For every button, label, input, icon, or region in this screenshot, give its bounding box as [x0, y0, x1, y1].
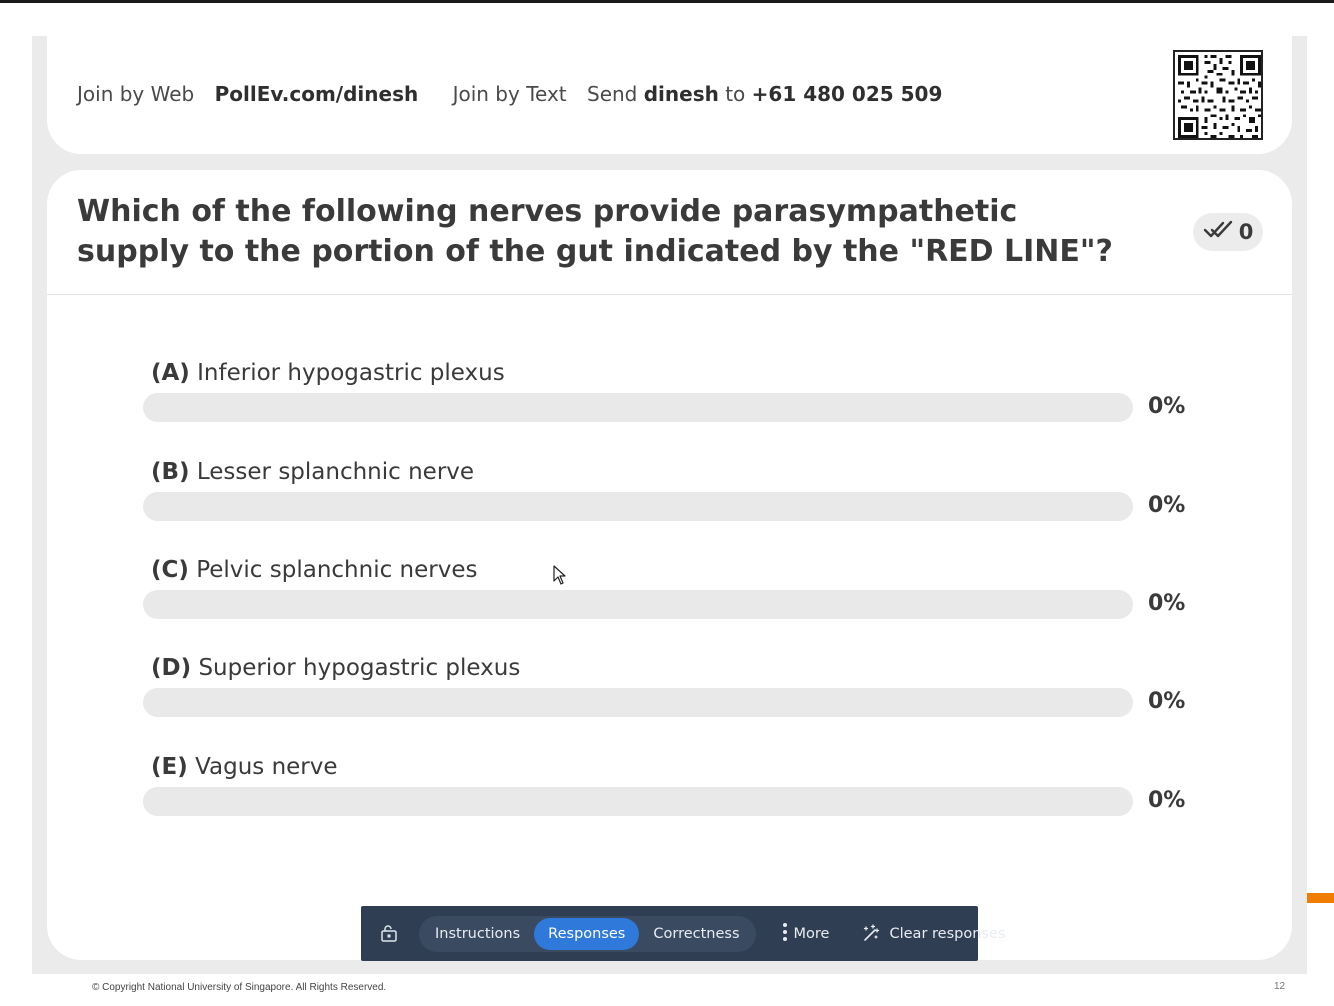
option-text: Lesser splanchnic nerve: [196, 459, 475, 485]
join-web-url[interactable]: PollEv.com/dinesh: [215, 82, 419, 106]
send-word: Send: [587, 82, 638, 106]
option-label: (D) Superior hypogastric plexus: [151, 655, 520, 681]
option-result-bar: [143, 393, 1133, 422]
join-web-prefix: Join by Web: [77, 82, 195, 106]
presenter-toolbar: Instructions Responses Correctness More …: [361, 906, 1005, 961]
mouse-cursor-icon: [553, 565, 567, 585]
divider: [47, 294, 1292, 295]
option-label: (C) Pelvic splanchnic nerves: [151, 557, 478, 583]
poll-option: (E) Vagus nerve 0%: [143, 754, 1243, 824]
top-border: [0, 0, 1334, 3]
question-title: Which of the following nerves provide pa…: [77, 194, 1113, 269]
option-percent: 0%: [1148, 591, 1186, 616]
option-result-bar: [143, 787, 1133, 816]
poll-card: Which of the following nerves provide pa…: [47, 170, 1292, 960]
option-label: (E) Vagus nerve: [151, 754, 338, 780]
option-label: (B) Lesser splanchnic nerve: [151, 459, 474, 485]
option-result-bar: [143, 688, 1133, 717]
tab-responses[interactable]: Responses: [534, 917, 640, 950]
lock-screen-icon[interactable]: [379, 923, 399, 945]
more-button[interactable]: More: [782, 922, 830, 946]
clear-responses-button[interactable]: Clear responses: [861, 922, 1005, 946]
option-letter: (A): [151, 360, 190, 386]
qr-code-icon: [1173, 50, 1263, 140]
to-word: to: [725, 82, 746, 106]
poll-option: (C) Pelvic splanchnic nerves 0%: [143, 557, 1243, 627]
clear-sparkle-icon: [861, 922, 881, 946]
option-text: Pelvic splanchnic nerves: [196, 557, 478, 583]
more-vertical-icon: [782, 922, 788, 946]
responses-check-icon: [1203, 219, 1235, 246]
option-percent: 0%: [1148, 493, 1186, 518]
copyright-footer: © Copyright National University of Singa…: [92, 982, 387, 993]
view-mode-tabs: Instructions Responses Correctness: [419, 915, 756, 952]
response-count: 0: [1238, 220, 1254, 244]
option-percent: 0%: [1148, 788, 1186, 813]
page-number: 12: [1274, 981, 1286, 992]
option-text: Superior hypogastric plexus: [198, 655, 521, 681]
join-instructions-card: Join by Web PollEv.com/dinesh Join by Te…: [47, 36, 1292, 154]
option-text: Inferior hypogastric plexus: [197, 360, 505, 386]
option-label: (A) Inferior hypogastric plexus: [151, 360, 505, 386]
option-letter: (B): [151, 459, 190, 485]
response-count-badge: 0: [1193, 213, 1263, 251]
option-percent: 0%: [1148, 394, 1186, 419]
poll-option: (B) Lesser splanchnic nerve 0%: [143, 459, 1243, 529]
join-text-prefix: Join by Text: [452, 82, 567, 106]
tab-correctness[interactable]: Correctness: [639, 918, 753, 950]
poll-option: (D) Superior hypogastric plexus 0%: [143, 655, 1243, 725]
option-result-bar: [143, 590, 1133, 619]
poll-option: (A) Inferior hypogastric plexus 0%: [143, 360, 1243, 430]
option-text: Vagus nerve: [195, 754, 338, 780]
option-percent: 0%: [1148, 689, 1186, 714]
clear-responses-label: Clear responses: [889, 925, 1006, 942]
accent-marker: [1307, 893, 1334, 903]
join-keyword: dinesh: [643, 82, 719, 106]
option-letter: (E): [151, 754, 188, 780]
more-label: More: [793, 925, 830, 942]
option-result-bar: [143, 492, 1133, 521]
tab-instructions[interactable]: Instructions: [421, 918, 534, 950]
join-phone: +61 480 025 509: [751, 82, 943, 106]
option-letter: (C): [151, 557, 189, 583]
join-instructions: Join by Web PollEv.com/dinesh Join by Te…: [77, 82, 942, 106]
option-letter: (D): [151, 655, 192, 681]
